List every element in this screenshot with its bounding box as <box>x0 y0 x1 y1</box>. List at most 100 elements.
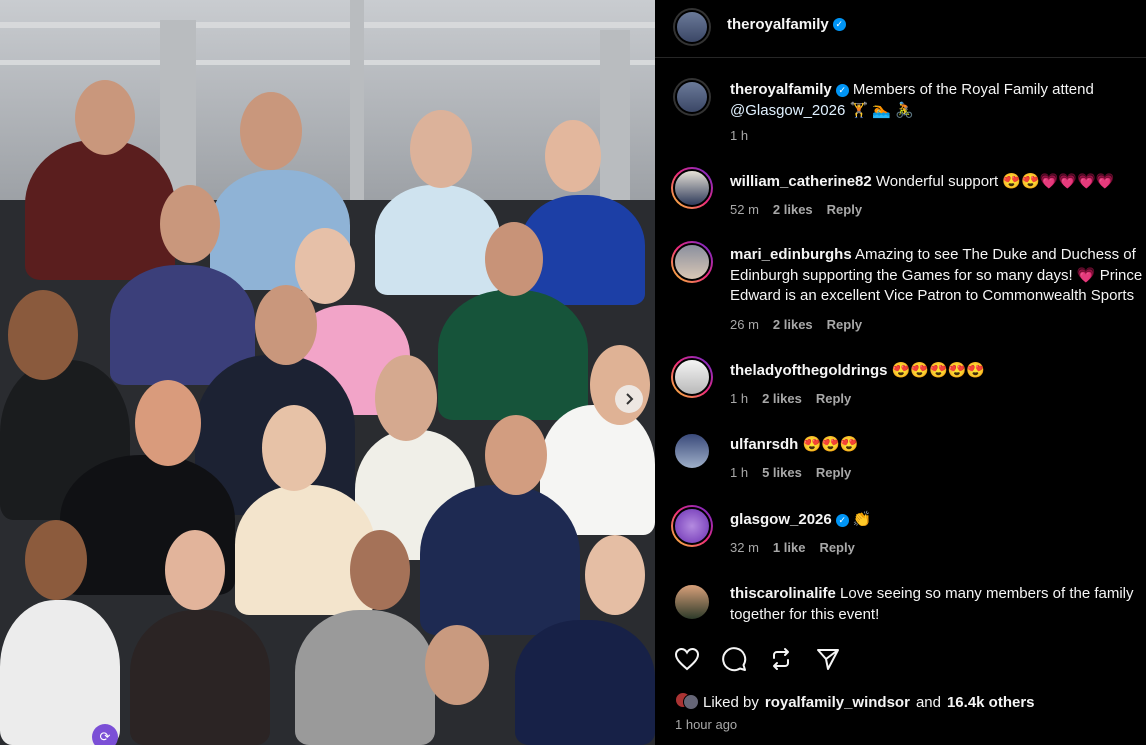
comment-username[interactable]: ulfanrsdh <box>730 436 798 453</box>
caption-text: Members of the Royal Family attend <box>852 81 1094 98</box>
comment-text: 😍😍😍 <box>802 436 859 453</box>
comment-meta: 52 m 2 likes Reply <box>730 202 862 217</box>
commenter-avatar[interactable] <box>673 432 711 470</box>
share-button[interactable] <box>814 645 841 672</box>
spectator <box>515 620 655 745</box>
reply-button[interactable]: Reply <box>827 202 862 217</box>
spectator-head <box>590 345 650 425</box>
spectator-head <box>350 530 410 610</box>
liked-others-count[interactable]: 16.4k others <box>947 694 1035 711</box>
like-button[interactable] <box>673 645 700 672</box>
repost-button[interactable] <box>767 645 794 672</box>
railing-post <box>350 0 364 200</box>
comment-meta: 26 m 2 likes Reply <box>730 317 862 332</box>
spectator <box>420 485 580 635</box>
comment-username[interactable]: theladyofthegoldrings <box>730 362 888 379</box>
comment-text: Wonderful support 😍😍💗💗💗💗 <box>875 173 1115 190</box>
comment-text-line3: Edward is an excellent Vice Patron to Co… <box>730 287 1135 304</box>
comment-time[interactable]: 1 h <box>730 391 748 406</box>
railing <box>0 60 655 65</box>
liked-and-label: and <box>915 693 941 711</box>
liked-by-user[interactable]: royalfamily_windsor <box>765 694 910 711</box>
caption-avatar[interactable] <box>673 78 711 116</box>
spectator-head <box>135 380 201 466</box>
spectator-head <box>160 185 220 263</box>
spectator-head <box>75 80 135 155</box>
likes-summary[interactable]: Liked by royalfamily_windsor and 16.4k o… <box>675 692 1035 712</box>
commenter-avatar[interactable] <box>671 241 713 283</box>
spectator <box>130 610 270 745</box>
commenter-avatar[interactable] <box>673 583 711 621</box>
author-username[interactable]: theroyalfamily <box>727 16 829 33</box>
caption: theroyalfamily ✓ Members of the Royal Fam… <box>730 79 1130 121</box>
comment-meta: 32 m 1 like Reply <box>730 540 855 555</box>
spectator-head <box>165 530 225 610</box>
spectator-head <box>425 625 489 705</box>
comment-meta: 1 h 2 likes Reply <box>730 391 851 406</box>
author-avatar[interactable] <box>673 8 711 46</box>
verified-icon: ✓ <box>832 18 846 32</box>
comment-text-line2: together for this event! <box>730 606 880 623</box>
caption-time[interactable]: 1 h <box>730 128 748 143</box>
comment-time[interactable]: 32 m <box>730 540 759 555</box>
spectator <box>375 185 500 295</box>
caption-emojis: 🏋️ 🏊 🚴 <box>849 102 914 119</box>
comment-likes[interactable]: 2 likes <box>773 202 813 217</box>
reply-button[interactable]: Reply <box>816 465 851 480</box>
post-timestamp[interactable]: 1 hour ago <box>675 717 737 732</box>
comment-button[interactable] <box>720 645 747 672</box>
commenter-avatar[interactable] <box>671 505 713 547</box>
verified-icon: ✓ <box>835 83 849 97</box>
spectator <box>25 140 175 280</box>
commenter-avatar[interactable] <box>671 356 713 398</box>
comment-username[interactable]: glasgow_2026 <box>730 511 832 528</box>
comment-likes[interactable]: 2 likes <box>773 317 813 332</box>
comment-likes[interactable]: 2 likes <box>762 391 802 406</box>
spectator-head <box>485 415 547 495</box>
people-tag-icon[interactable]: ⟳ <box>92 724 118 745</box>
comment-icon <box>721 646 746 671</box>
caption-mention[interactable]: @Glasgow_2026 <box>730 102 845 119</box>
comment: theladyofthegoldrings 😍😍😍😍😍 <box>730 360 1146 381</box>
verified-icon: ✓ <box>835 513 849 527</box>
spectator-head <box>255 285 317 365</box>
spectator-head <box>375 355 437 441</box>
railing <box>0 22 655 28</box>
comment: william_catherine82 Wonderful support 😍😍… <box>730 171 1146 192</box>
share-icon <box>816 648 839 670</box>
comment-likes[interactable]: 5 likes <box>762 465 802 480</box>
comment-text-line2: Edinburgh supporting the Games for so ma… <box>730 266 1143 284</box>
comment-time[interactable]: 26 m <box>730 317 759 332</box>
likers-avatars <box>675 692 699 712</box>
reply-button[interactable]: Reply <box>816 391 851 406</box>
comment-text: Love seeing so many members of the famil… <box>840 585 1134 602</box>
comment-username[interactable]: william_catherine82 <box>730 173 872 190</box>
post-actions <box>673 645 841 672</box>
post-header: theroyalfamily ✓ <box>655 0 1146 58</box>
comment-time[interactable]: 52 m <box>730 202 759 217</box>
next-image-button[interactable] <box>615 385 643 413</box>
liked-by-label: Liked by <box>703 693 759 711</box>
caption-meta: 1 h <box>730 128 748 143</box>
post-photo[interactable]: ⟳ <box>0 0 655 745</box>
comment: thiscarolinalife Love seeing so many mem… <box>730 583 1146 625</box>
comment-time[interactable]: 1 h <box>730 465 748 480</box>
reply-button[interactable]: Reply <box>819 540 854 555</box>
comment: ulfanrsdh 😍😍😍 <box>730 434 1146 455</box>
comment-username[interactable]: thiscarolinalife <box>730 585 836 602</box>
spectator-head <box>585 535 645 615</box>
commenter-avatar[interactable] <box>671 167 713 209</box>
spectator <box>295 610 435 745</box>
spectator-head <box>485 222 543 296</box>
spectator-head <box>240 92 302 170</box>
comment-likes[interactable]: 1 like <box>773 540 806 555</box>
comment-text: 👏 <box>852 511 872 528</box>
spectator-head <box>410 110 472 188</box>
spectator-head <box>8 290 78 380</box>
reply-button[interactable]: Reply <box>827 317 862 332</box>
caption-username[interactable]: theroyalfamily <box>730 81 832 98</box>
comment-text: Amazing to see The Duke and Duchess of <box>855 246 1136 263</box>
heart-icon <box>674 647 699 670</box>
comment: glasgow_2026 ✓ 👏 <box>730 509 1146 530</box>
comment-username[interactable]: mari_edinburghs <box>730 246 852 263</box>
